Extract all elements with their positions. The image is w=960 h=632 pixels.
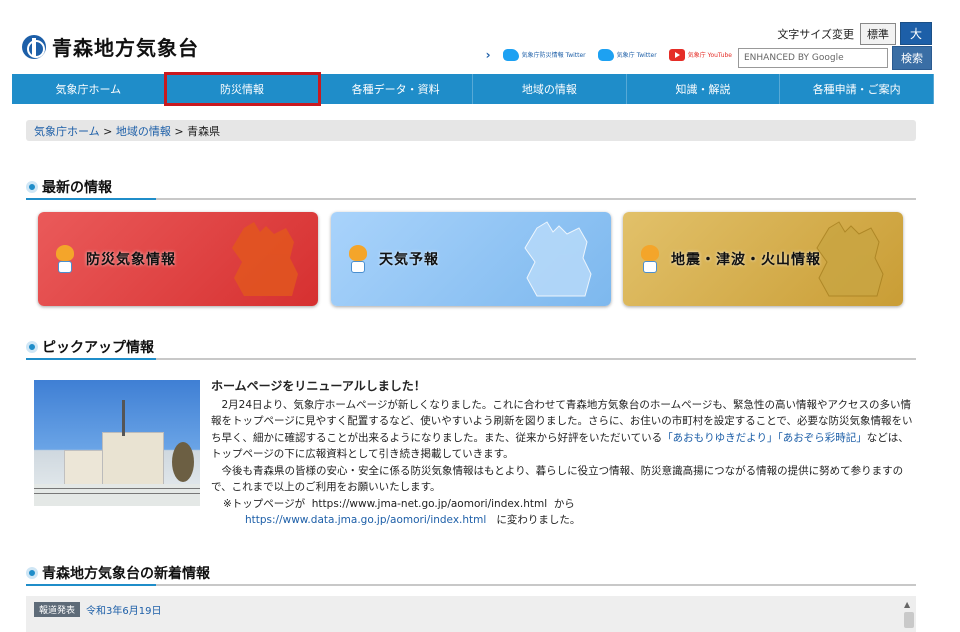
- social-label: 気象庁 Twitter: [616, 51, 657, 59]
- card-disaster-weather-info[interactable]: 防災気象情報: [38, 212, 318, 306]
- old-url: https://www.jma-net.go.jp/aomori/index.h…: [311, 497, 548, 510]
- breadcrumb-current: 青森県: [187, 125, 221, 138]
- breadcrumb-link-jma-home[interactable]: 気象庁ホーム: [34, 125, 100, 138]
- font-size-standard-button[interactable]: 標準: [859, 22, 896, 45]
- note-text: に変わりました。: [496, 514, 581, 526]
- youtube-icon: [668, 49, 685, 61]
- note-text: から: [553, 497, 575, 510]
- news-date: 令和3年6月19日: [86, 606, 162, 617]
- nav-item-applications[interactable]: 各種申請・ご案内: [780, 74, 935, 104]
- breadcrumb-separator: >: [170, 125, 188, 138]
- aomori-map-icon: [524, 221, 592, 297]
- mascot-icon: [635, 243, 665, 275]
- font-size-label: 文字サイズ変更: [777, 27, 854, 41]
- breadcrumb: 気象庁ホーム > 地域の情報 > 青森県: [26, 120, 916, 141]
- section-underline: [26, 584, 156, 586]
- nav-item-regional-info[interactable]: 地域の情報: [473, 74, 627, 104]
- jma-logo-icon: [22, 34, 46, 59]
- pickup-paragraph: 2月24日より、気象庁ホームページが新しくなりました。これに合わせて青森地方気象…: [211, 397, 913, 463]
- social-links: › 気象庁防災情報 Twitter 気象庁 Twitter 気象庁 YouTub…: [486, 48, 732, 62]
- bullet-circle-icon: [26, 567, 38, 579]
- section-underline: [26, 358, 156, 360]
- news-list: 報道発表 令和3年6月19日 ▲: [26, 596, 916, 632]
- breadcrumb-link-regional-info[interactable]: 地域の情報: [116, 125, 171, 138]
- scroll-up-icon[interactable]: ▲: [904, 600, 914, 610]
- mascot-icon: [343, 243, 373, 275]
- pickup-article: ホームページをリニューアルしました！ 2月24日より、気象庁ホームページが新しく…: [211, 378, 913, 529]
- pickup-title: ホームページをリニューアルしました！: [211, 379, 426, 393]
- bullet-circle-icon: [26, 341, 38, 353]
- main-nav: 気象庁ホーム 防災情報 各種データ・資料 地域の情報 知識・解説 各種申請・ご案…: [12, 72, 935, 106]
- note-text: ※トップページが: [223, 497, 306, 510]
- aomori-blog-link[interactable]: 「あおもりゆきだより」「あおぞら彩時記」: [662, 432, 867, 444]
- section-title: 最新の情報: [42, 180, 112, 196]
- card-earthquake-tsunami-volcano[interactable]: 地震・津波・火山情報: [623, 212, 903, 306]
- mascot-icon: [50, 243, 80, 275]
- social-link-jma-youtube[interactable]: 気象庁 YouTube: [668, 49, 732, 61]
- social-label: 気象庁防災情報 Twitter: [521, 51, 586, 59]
- press-release-badge: 報道発表: [34, 602, 81, 617]
- site-title: 青森地方気象台: [52, 36, 199, 60]
- social-link-jma-twitter[interactable]: 気象庁 Twitter: [597, 49, 657, 61]
- nav-item-data[interactable]: 各種データ・資料: [319, 74, 474, 104]
- section-header-news: 青森地方気象台の新着情報: [26, 562, 916, 586]
- font-size-controls: 文字サイズ変更 標準 大: [777, 22, 932, 45]
- section-header-pickup: ピックアップ情報: [26, 336, 916, 360]
- scrollbar-thumb[interactable]: [904, 612, 914, 628]
- site-header: 青森地方気象台 文字サイズ変更 標準 大 › 気象庁防災情報 Twitter 気…: [12, 18, 932, 74]
- site-search: ENHANCED BY Google 検索: [738, 46, 932, 70]
- nav-item-disaster-info[interactable]: 防災情報: [163, 72, 322, 106]
- section-header-latest: 最新の情報: [26, 176, 916, 200]
- pickup-note: https://www.data.jma.go.jp/aomori/index.…: [211, 512, 913, 529]
- pickup-paragraph: 今後も青森県の皆様の安心・安全に係る防災気象情報はもとより、暮らしに役立つ情報、…: [211, 464, 904, 494]
- aomori-map-icon: [232, 222, 298, 296]
- card-weather-forecast[interactable]: 天気予報: [331, 212, 611, 306]
- nav-item-jma-home[interactable]: 気象庁ホーム: [12, 74, 166, 104]
- new-url-link[interactable]: https://www.data.jma.go.jp/aomori/index.…: [245, 514, 486, 526]
- section-underline: [26, 198, 156, 200]
- chevron-right-icon: ›: [485, 48, 491, 62]
- nav-item-knowledge[interactable]: 知識・解説: [627, 74, 781, 104]
- section-title: ピックアップ情報: [42, 340, 154, 356]
- aomori-map-icon: [816, 221, 884, 297]
- observatory-building-photo: [34, 380, 200, 506]
- font-size-large-button[interactable]: 大: [899, 22, 932, 45]
- bullet-circle-icon: [26, 181, 38, 193]
- pickup-note: ※トップページが https://www.jma-net.go.jp/aomor…: [211, 496, 913, 513]
- site-logo[interactable]: 青森地方気象台: [22, 32, 199, 61]
- breadcrumb-separator: >: [99, 125, 116, 138]
- card-label: 防災気象情報: [86, 252, 176, 268]
- card-label: 天気予報: [379, 252, 439, 268]
- social-link-disaster-twitter[interactable]: 気象庁防災情報 Twitter: [502, 49, 586, 61]
- twitter-icon: [502, 49, 519, 61]
- search-button[interactable]: 検索: [892, 46, 932, 70]
- list-item[interactable]: 報道発表 令和3年6月19日: [26, 596, 916, 623]
- social-label: 気象庁 YouTube: [687, 51, 732, 59]
- search-input[interactable]: ENHANCED BY Google: [738, 48, 888, 68]
- section-title: 青森地方気象台の新着情報: [42, 566, 210, 582]
- twitter-icon: [597, 49, 614, 61]
